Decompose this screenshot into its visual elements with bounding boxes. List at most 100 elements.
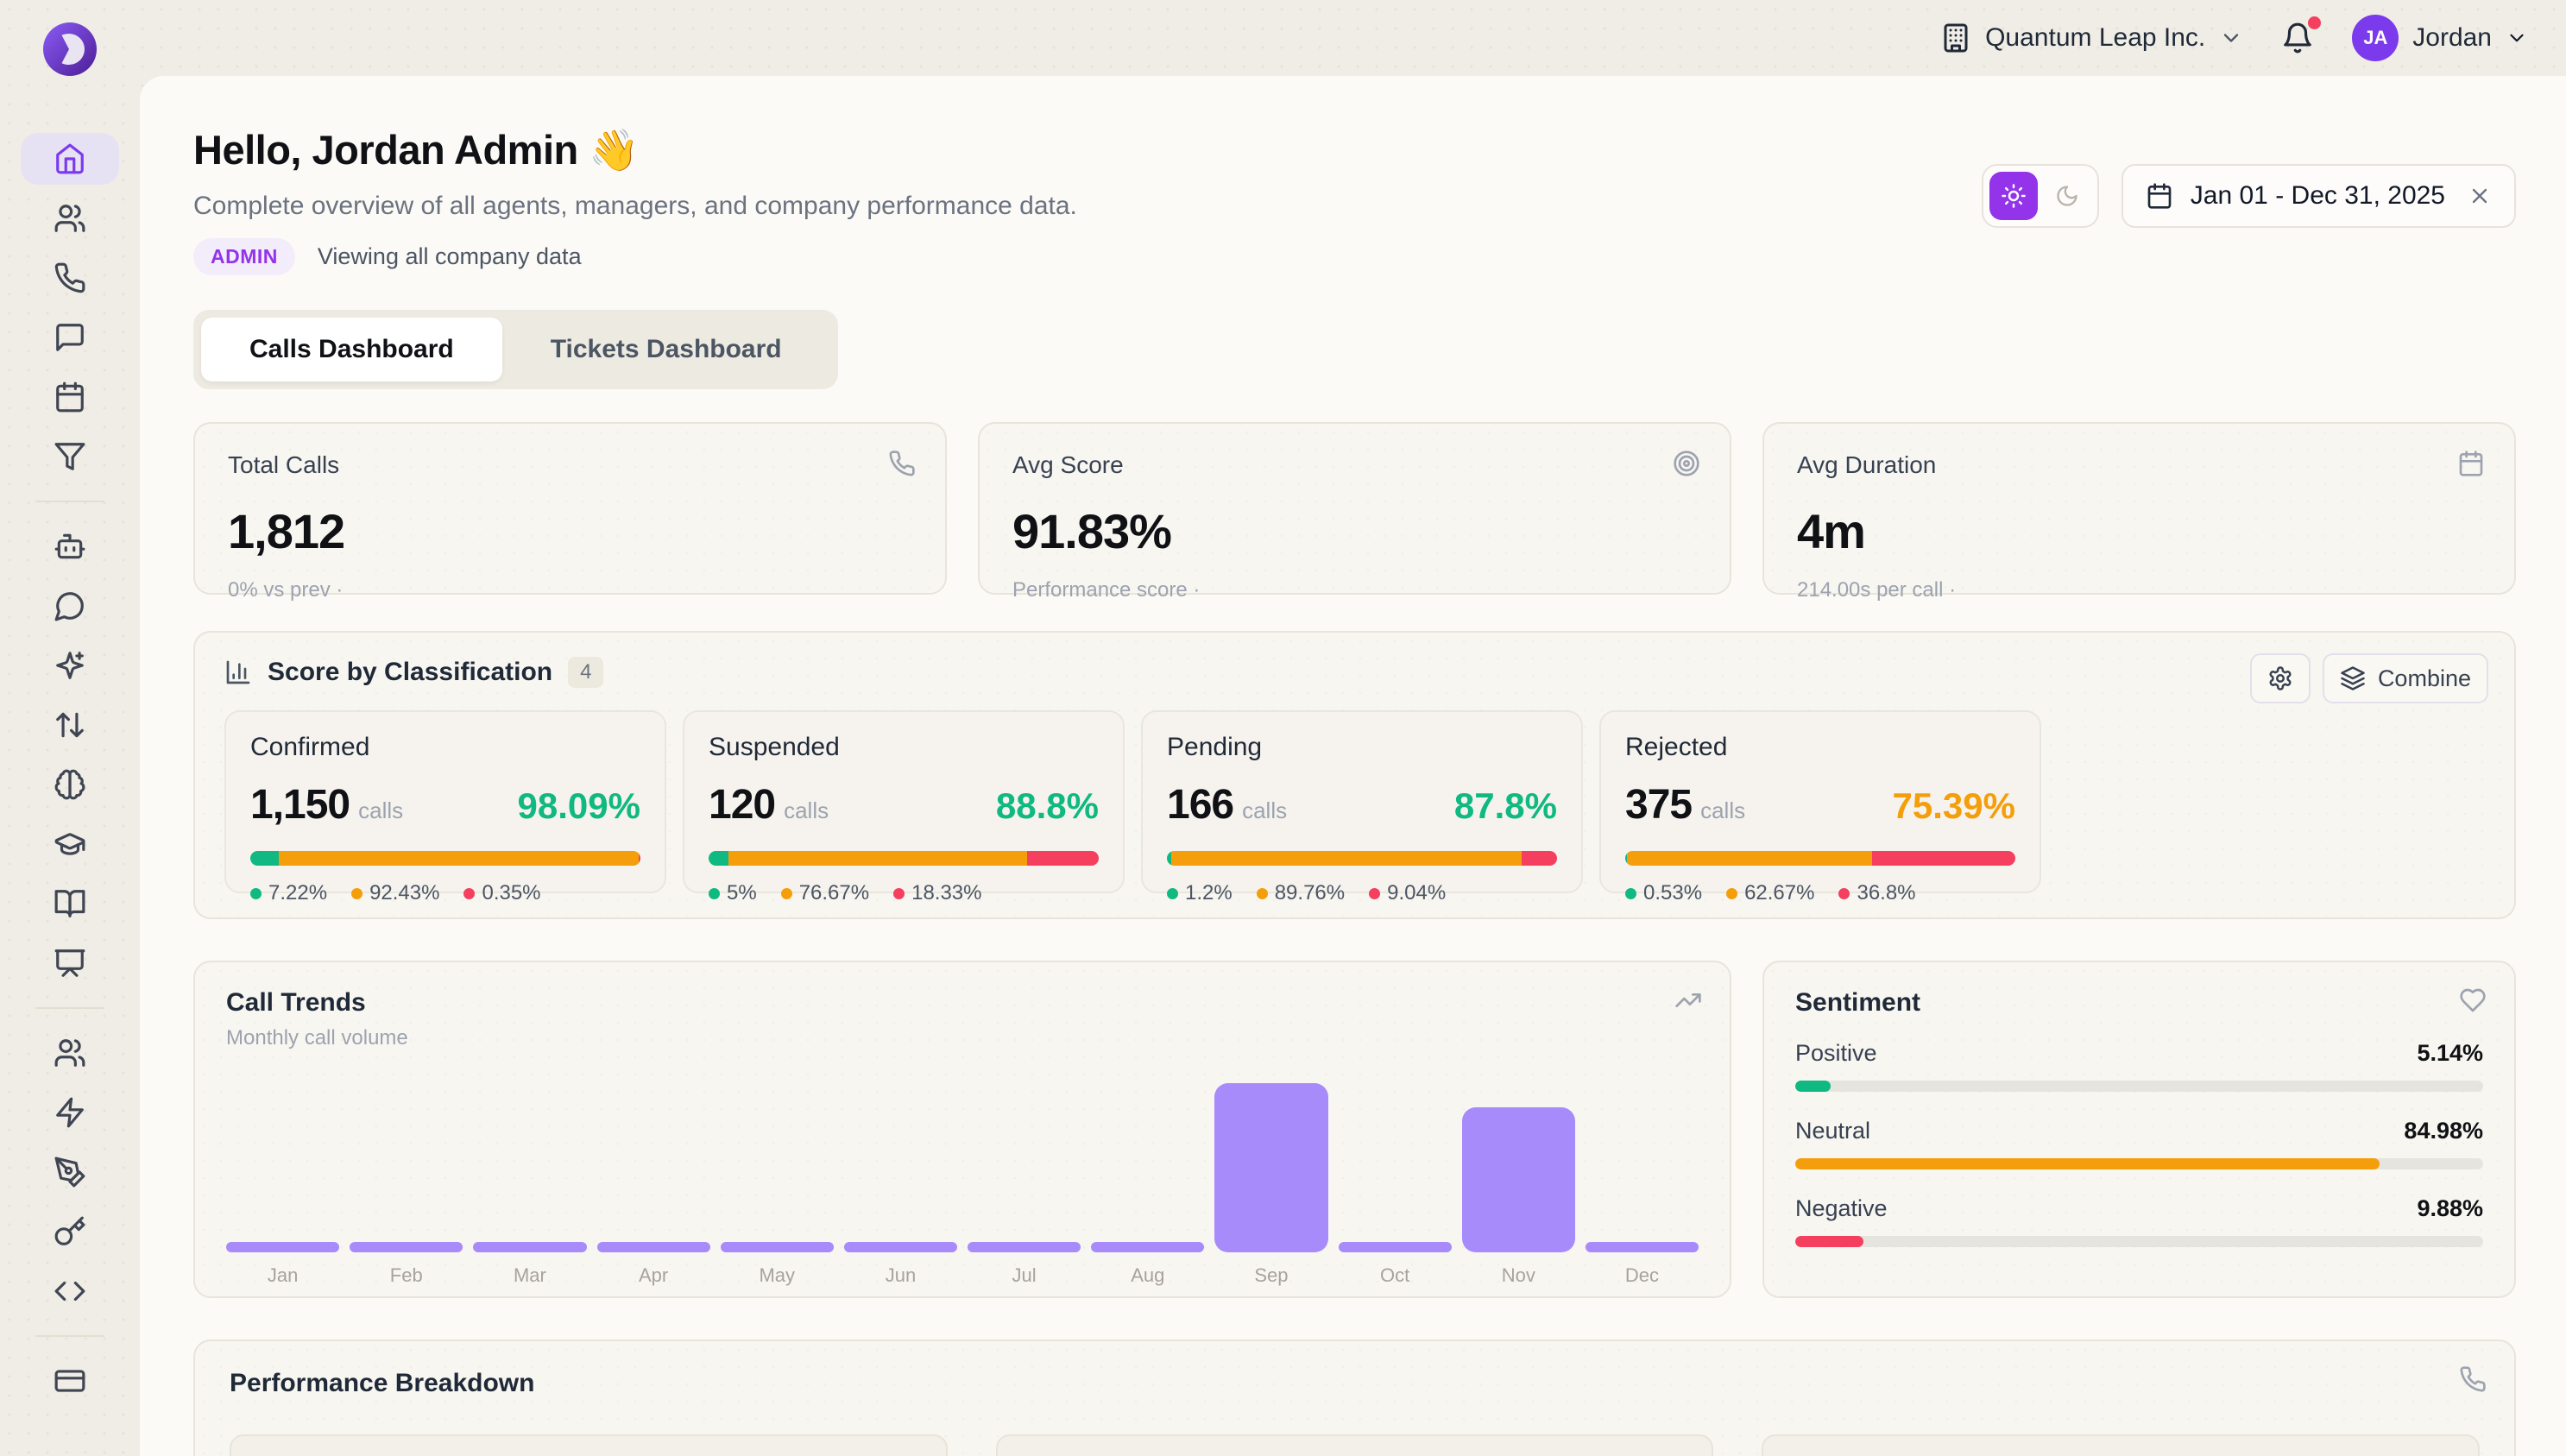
credit-card-icon <box>54 1365 86 1397</box>
user-name: Jordan <box>2412 23 2492 53</box>
combine-button[interactable]: Combine <box>2323 653 2488 703</box>
stat-value: 91.83% <box>1012 503 1697 559</box>
company-picker[interactable]: Quantum Leap Inc. <box>1940 22 2243 54</box>
score-value: 87.8% <box>1454 785 1557 827</box>
bar-oct[interactable] <box>1339 1242 1452 1252</box>
bar-nov[interactable] <box>1462 1107 1575 1252</box>
chart-column <box>1091 1071 1204 1252</box>
classification-bar <box>1625 851 2015 866</box>
sidebar-item-code[interactable] <box>21 1265 119 1317</box>
stat-subtext: 0% vs prev · <box>228 578 912 602</box>
sidebar-item-brain[interactable] <box>21 759 119 810</box>
app-logo[interactable] <box>43 22 97 76</box>
sidebar-item-message-circle[interactable] <box>21 580 119 632</box>
chart-column <box>1214 1071 1327 1252</box>
chart-column <box>1339 1071 1452 1252</box>
stat-card-total-calls: Total Calls 1,812 0% vs prev · <box>193 422 947 595</box>
stat-subtext: 214.00s per call · <box>1797 578 2481 602</box>
score-value: 98.09% <box>518 785 640 827</box>
sparkles-icon <box>54 649 86 682</box>
gear-icon <box>2267 665 2293 691</box>
chart-column <box>1462 1071 1575 1252</box>
zap-icon <box>54 1096 86 1129</box>
sidebar-item-presentation[interactable] <box>21 937 119 989</box>
home-icon <box>54 142 86 175</box>
orange-dot-icon <box>1257 888 1268 899</box>
sentiment-row-neutral: Neutral 84.98% <box>1795 1118 2483 1169</box>
stat-title: Total Calls <box>228 451 912 479</box>
sidebar-item-book-open[interactable] <box>21 878 119 930</box>
sidebar-item-sparkles[interactable] <box>21 640 119 691</box>
bar-jan[interactable] <box>226 1242 339 1252</box>
notifications-button[interactable] <box>2281 22 2314 54</box>
classification-title: Score by Classification <box>268 658 552 687</box>
phone-icon <box>888 450 916 477</box>
calls-value: 1,150 <box>250 781 350 829</box>
performance-card-total-calls: Total Calls <box>230 1434 948 1456</box>
bar-dec[interactable] <box>1586 1242 1699 1252</box>
chart-column <box>350 1071 463 1252</box>
settings-button[interactable] <box>2250 653 2311 703</box>
close-icon[interactable] <box>2468 184 2492 208</box>
stat-title: Avg Score <box>1012 451 1697 479</box>
sidebar-item-bot[interactable] <box>21 520 119 572</box>
sidebar-item-credit-card[interactable] <box>21 1355 119 1407</box>
bar-may[interactable] <box>721 1242 834 1252</box>
sentiment-fill <box>1795 1158 2380 1169</box>
bar-mar[interactable] <box>473 1242 586 1252</box>
chart-column <box>473 1071 586 1252</box>
sentiment-row-positive: Positive 5.14% <box>1795 1040 2483 1092</box>
call-trends-month-labels: JanFebMarAprMayJunJulAugSepOctNovDec <box>226 1264 1699 1287</box>
bar-jul[interactable] <box>968 1242 1081 1252</box>
sidebar <box>0 0 140 1456</box>
sidebar-item-phone[interactable] <box>21 252 119 304</box>
call-trends-card: Call Trends Monthly call volume JanFebMa… <box>193 961 1731 1298</box>
green-dot-icon <box>250 888 262 899</box>
score-value: 75.39% <box>1893 785 2015 827</box>
red-dot-icon <box>893 888 905 899</box>
heart-icon <box>2459 986 2487 1014</box>
classification-bar <box>709 851 1099 866</box>
date-range-picker[interactable]: Jan 01 - Dec 31, 2025 <box>2122 164 2516 228</box>
sidebar-item-graduation-cap[interactable] <box>21 818 119 870</box>
orange-dot-icon <box>351 888 363 899</box>
bar-jun[interactable] <box>844 1242 957 1252</box>
bar-aug[interactable] <box>1091 1242 1204 1252</box>
stat-card-avg-duration: Avg Duration 4m 214.00s per call · <box>1762 422 2516 595</box>
user-menu[interactable]: JA Jordan <box>2352 15 2528 61</box>
stat-subtext: Performance score · <box>1012 578 1697 602</box>
sidebar-item-arrow-up-down[interactable] <box>21 699 119 751</box>
green-dot-icon <box>1167 888 1178 899</box>
graduation-cap-icon <box>54 828 86 860</box>
book-open-icon <box>54 887 86 920</box>
calls-value: 166 <box>1167 781 1233 829</box>
bar-feb[interactable] <box>350 1242 463 1252</box>
theme-dark-button[interactable] <box>2043 172 2091 220</box>
stat-title: Avg Duration <box>1797 451 2481 479</box>
sidebar-item-zap[interactable] <box>21 1087 119 1138</box>
month-label: Jul <box>968 1264 1081 1287</box>
tab-tickets-dashboard[interactable]: Tickets Dashboard <box>502 318 830 381</box>
tab-calls-dashboard[interactable]: Calls Dashboard <box>201 318 502 381</box>
company-name: Quantum Leap Inc. <box>1985 23 2205 53</box>
sentiment-fill <box>1795 1081 1831 1092</box>
bar-apr[interactable] <box>597 1242 710 1252</box>
sidebar-item-users[interactable] <box>21 1027 119 1079</box>
theme-light-button[interactable] <box>1989 172 2038 220</box>
sun-icon <box>2001 183 2027 209</box>
bar-sep[interactable] <box>1214 1083 1327 1252</box>
sidebar-item-message-square[interactable] <box>21 312 119 363</box>
sidebar-item-home[interactable] <box>21 133 119 185</box>
trending-up-icon <box>1674 986 1702 1014</box>
sidebar-item-pen-tool[interactable] <box>21 1146 119 1198</box>
sidebar-item-filter[interactable] <box>21 431 119 482</box>
sidebar-item-key[interactable] <box>21 1206 119 1257</box>
classification-card-confirmed: Confirmed 1,150 calls 98.09% 7.22% 92.43… <box>224 710 666 893</box>
notification-dot <box>2308 16 2321 29</box>
sidebar-item-calendar[interactable] <box>21 371 119 423</box>
chevron-down-icon <box>2219 26 2243 50</box>
stat-card-avg-score: Avg Score 91.83% Performance score · <box>978 422 1731 595</box>
classification-bar <box>1167 851 1557 866</box>
sidebar-item-users[interactable] <box>21 192 119 244</box>
orange-dot-icon <box>1726 888 1737 899</box>
